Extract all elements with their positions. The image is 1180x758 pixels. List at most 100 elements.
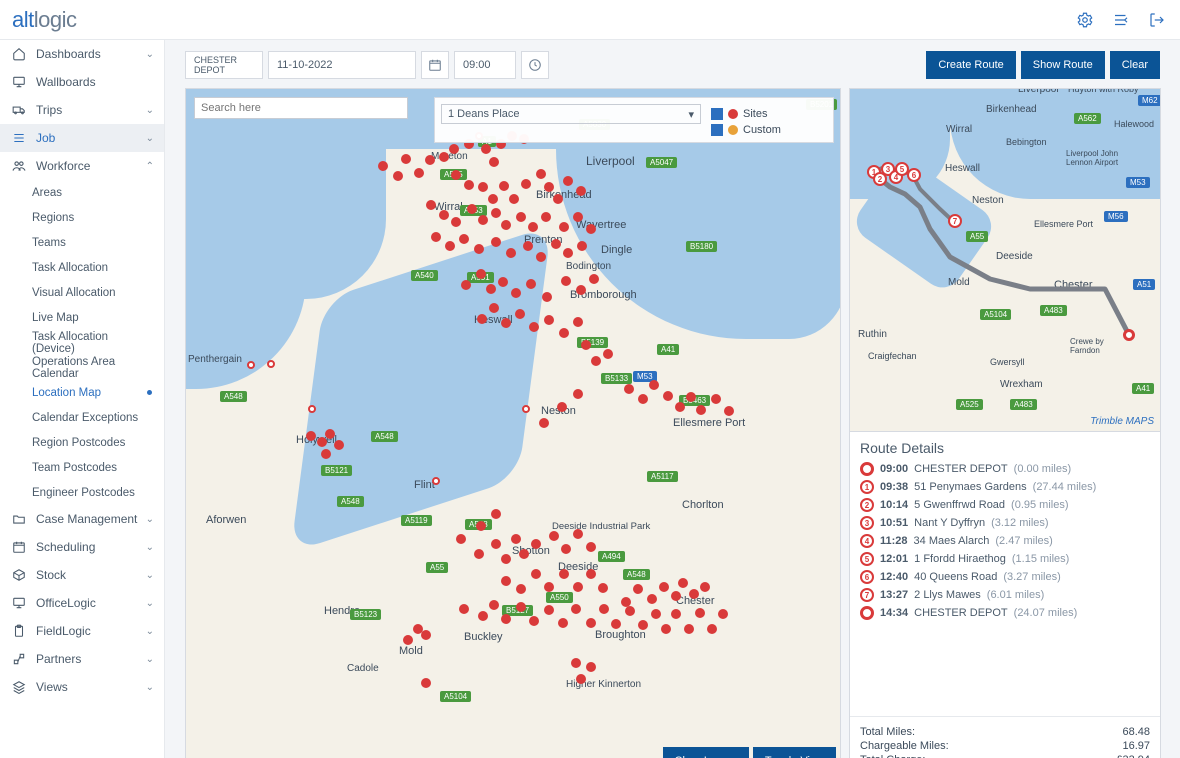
site-marker[interactable] [425, 155, 435, 165]
nav-job[interactable]: Job⌄ [0, 124, 164, 152]
site-marker[interactable] [247, 361, 255, 369]
sub-task-allocation-device[interactable]: Task Allocation (Device) [0, 330, 164, 355]
map-search-input[interactable] [194, 97, 408, 119]
site-marker[interactable] [559, 569, 569, 579]
site-marker[interactable] [589, 274, 599, 284]
site-marker[interactable] [439, 152, 449, 162]
site-marker[interactable] [334, 440, 344, 450]
site-marker[interactable] [511, 534, 521, 544]
nav-workforce[interactable]: Workforce⌃ [0, 152, 164, 180]
site-marker[interactable] [638, 620, 648, 630]
route-stop[interactable]: 109:38 51 Penymaes Gardens (27.44 miles) [860, 478, 1150, 496]
site-marker[interactable] [491, 208, 501, 218]
create-route-button[interactable]: Create Route [926, 51, 1015, 79]
site-marker[interactable] [464, 180, 474, 190]
sub-visual-allocation[interactable]: Visual Allocation [0, 280, 164, 305]
site-marker[interactable] [686, 392, 696, 402]
site-marker[interactable] [633, 584, 643, 594]
clear-button[interactable]: Clear [1110, 51, 1160, 79]
legend-select[interactable]: 1 Deans Place▾ [441, 104, 701, 124]
site-marker[interactable] [553, 194, 563, 204]
site-marker[interactable] [414, 168, 424, 178]
site-marker[interactable] [695, 608, 705, 618]
nav-scheduling[interactable]: Scheduling⌄ [0, 533, 164, 561]
site-marker[interactable] [308, 405, 316, 413]
route-stop[interactable]: 713:27 2 Llys Mawes (6.01 miles) [860, 586, 1150, 604]
site-marker[interactable] [459, 234, 469, 244]
site-marker[interactable] [559, 222, 569, 232]
site-marker[interactable] [474, 549, 484, 559]
nav-wallboards[interactable]: Wallboards [0, 68, 164, 96]
site-marker[interactable] [571, 658, 581, 668]
site-marker[interactable] [544, 605, 554, 615]
sub-team-postcodes[interactable]: Team Postcodes [0, 455, 164, 480]
site-marker[interactable] [528, 222, 538, 232]
site-marker[interactable] [599, 604, 609, 614]
site-marker[interactable] [724, 406, 734, 416]
site-marker[interactable] [621, 597, 631, 607]
site-marker[interactable] [516, 602, 526, 612]
site-marker[interactable] [558, 618, 568, 628]
site-marker[interactable] [663, 391, 673, 401]
depot-select[interactable]: CHESTER DEPOT [185, 51, 263, 79]
site-marker[interactable] [321, 449, 331, 459]
site-marker[interactable] [509, 194, 519, 204]
site-marker[interactable] [489, 303, 499, 313]
site-marker[interactable] [519, 549, 529, 559]
site-marker[interactable] [625, 606, 635, 616]
site-marker[interactable] [403, 635, 413, 645]
site-marker[interactable] [536, 252, 546, 262]
site-marker[interactable] [306, 431, 316, 441]
site-marker[interactable] [536, 169, 546, 179]
date-input[interactable]: 11-10-2022 [268, 51, 416, 79]
site-marker[interactable] [544, 182, 554, 192]
sub-teams[interactable]: Teams [0, 230, 164, 255]
sub-region-postcodes[interactable]: Region Postcodes [0, 430, 164, 455]
site-marker[interactable] [486, 284, 496, 294]
collapse-icon[interactable] [1110, 9, 1132, 31]
site-marker[interactable] [421, 630, 431, 640]
nav-views[interactable]: Views⌄ [0, 673, 164, 701]
site-marker[interactable] [573, 317, 583, 327]
site-marker[interactable] [671, 609, 681, 619]
site-marker[interactable] [478, 611, 488, 621]
site-marker[interactable] [563, 176, 573, 186]
show-route-button[interactable]: Show Route [1021, 51, 1105, 79]
site-marker[interactable] [325, 429, 335, 439]
site-marker[interactable] [501, 614, 511, 624]
gear-icon[interactable] [1074, 9, 1096, 31]
site-marker[interactable] [431, 232, 441, 242]
site-marker[interactable] [531, 539, 541, 549]
site-marker[interactable] [491, 509, 501, 519]
route-stop[interactable]: 310:51 Nant Y Dyffryn (3.12 miles) [860, 514, 1150, 532]
sites-checkbox[interactable] [711, 108, 723, 120]
site-marker[interactable] [573, 212, 583, 222]
site-marker[interactable] [393, 171, 403, 181]
site-marker[interactable] [573, 389, 583, 399]
time-input[interactable]: 09:00 [454, 51, 516, 79]
site-marker[interactable] [571, 604, 581, 614]
site-marker[interactable] [544, 582, 554, 592]
site-marker[interactable] [501, 318, 511, 328]
site-marker[interactable] [718, 609, 728, 619]
sub-operations-area-calendar[interactable]: Operations Area Calendar [0, 355, 164, 380]
site-marker[interactable] [317, 437, 327, 447]
site-marker[interactable] [586, 618, 596, 628]
nav-trips[interactable]: Trips⌄ [0, 96, 164, 124]
route-stop[interactable]: 612:40 40 Queens Road (3.27 miles) [860, 568, 1150, 586]
site-marker[interactable] [638, 394, 648, 404]
calendar-button[interactable] [421, 51, 449, 79]
site-marker[interactable] [478, 182, 488, 192]
site-marker[interactable] [491, 237, 501, 247]
site-marker[interactable] [489, 157, 499, 167]
site-marker[interactable] [267, 360, 275, 368]
site-marker[interactable] [511, 288, 521, 298]
site-marker[interactable] [541, 212, 551, 222]
site-marker[interactable] [651, 609, 661, 619]
sub-regions[interactable]: Regions [0, 205, 164, 230]
sub-areas[interactable]: Areas [0, 180, 164, 205]
site-marker[interactable] [549, 531, 559, 541]
site-marker[interactable] [488, 194, 498, 204]
site-marker[interactable] [586, 662, 596, 672]
site-marker[interactable] [489, 600, 499, 610]
